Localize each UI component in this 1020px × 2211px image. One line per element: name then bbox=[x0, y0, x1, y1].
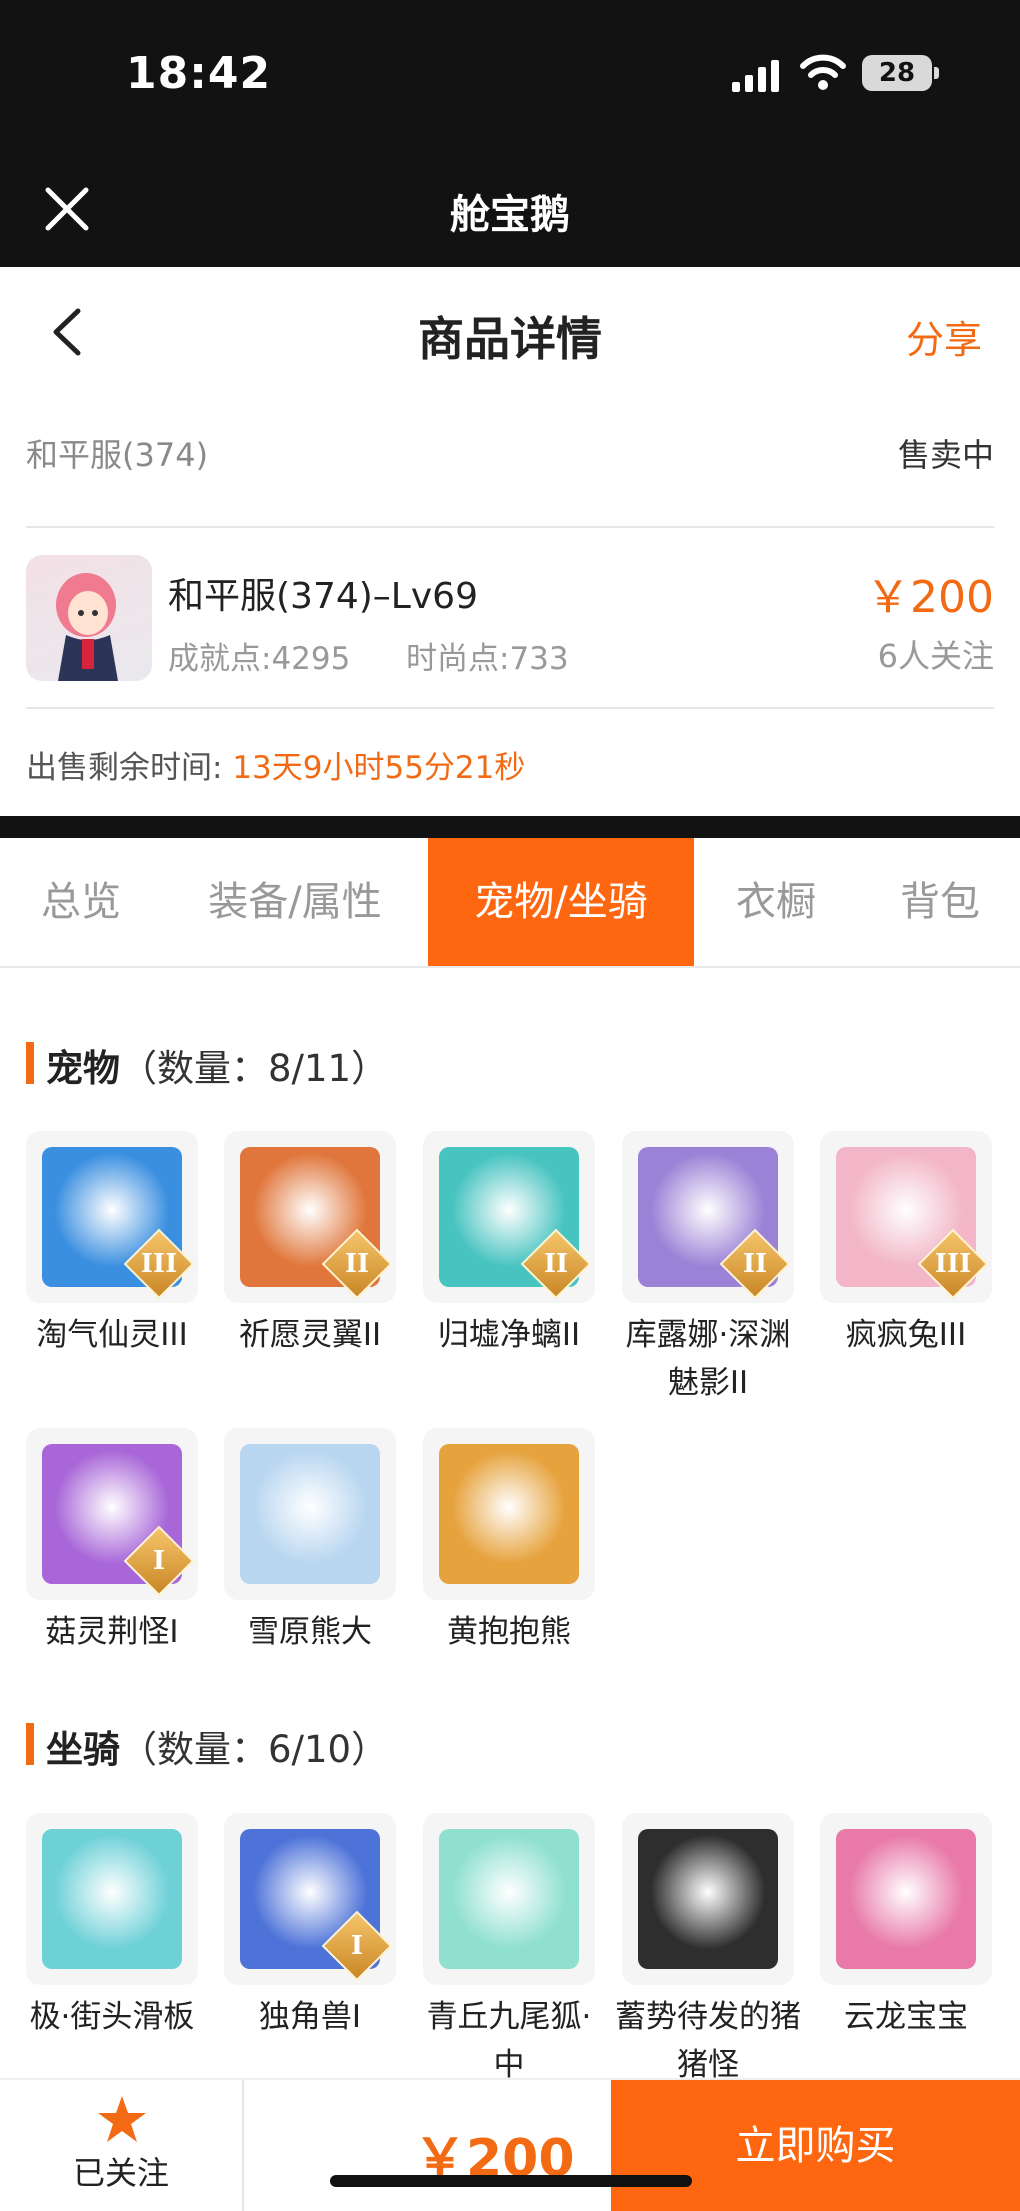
character-name: 和平服(374)–Lv69 bbox=[168, 576, 478, 617]
tab-backpack[interactable]: 背包 bbox=[870, 838, 1010, 966]
pets-count: （数量：8/11） bbox=[120, 1047, 389, 1090]
item-name: 淘气仙灵III bbox=[36, 1317, 188, 1353]
item-thumbnail bbox=[423, 1428, 595, 1600]
item-name: 库露娜·深渊魅影II bbox=[625, 1317, 791, 1401]
tier-label: II bbox=[344, 1249, 370, 1279]
achievement-points: 成就点:4295 bbox=[168, 641, 351, 677]
home-indicator bbox=[330, 2175, 692, 2187]
pets-title: 宠物 bbox=[46, 1047, 120, 1090]
bottom-action-bar: 已关注 ￥200 立即购买 bbox=[0, 2078, 1020, 2211]
star-icon bbox=[98, 2096, 146, 2142]
tier-label: III bbox=[934, 1249, 972, 1279]
item-artwork bbox=[439, 1444, 579, 1584]
follow-label: 已关注 bbox=[72, 2154, 169, 2192]
wifi-icon bbox=[800, 54, 846, 90]
item-artwork bbox=[836, 1829, 976, 1969]
tab-equipment[interactable]: 装备/属性 bbox=[182, 838, 408, 966]
item-name: 归墟净螭II bbox=[437, 1317, 581, 1353]
grid-item[interactable]: 蓄势待发的猪猪怪 bbox=[615, 1813, 801, 2089]
tier-label: I bbox=[152, 1546, 166, 1576]
item-name: 疯疯兔III bbox=[845, 1317, 967, 1353]
item-name: 独角兽I bbox=[258, 1999, 362, 2035]
follow-button[interactable]: 已关注 bbox=[0, 2080, 244, 2211]
app-bar: 舱宝鹅 bbox=[0, 150, 1020, 267]
pets-section-title: 宠物（数量：8/11） bbox=[26, 1038, 388, 1092]
item-artwork bbox=[240, 1444, 380, 1584]
tab-pets-mounts[interactable]: 宠物/坐骑 bbox=[428, 838, 694, 966]
remaining-time: 出售剩余时间: 13天9小时55分21秒 bbox=[26, 742, 525, 787]
battery-icon: 28 bbox=[862, 55, 939, 91]
item-thumbnail: II bbox=[423, 1131, 595, 1303]
grid-item[interactable]: 黄抱抱熊 bbox=[423, 1428, 595, 1656]
item-artwork bbox=[42, 1829, 182, 1969]
tier-label: II bbox=[543, 1249, 569, 1279]
item-name: 云龙宝宝 bbox=[844, 1999, 968, 2035]
cellular-signal-icon bbox=[732, 60, 779, 92]
grid-item[interactable]: II 库露娜·深渊魅影II bbox=[622, 1131, 794, 1407]
divider bbox=[26, 526, 994, 528]
item-name: 蓄势待发的猪猪怪 bbox=[615, 1999, 801, 2083]
share-button[interactable]: 分享 bbox=[906, 309, 982, 364]
item-thumbnail: I bbox=[224, 1813, 396, 1985]
tab-overview[interactable]: 总览 bbox=[0, 838, 162, 966]
item-name: 黄抱抱熊 bbox=[447, 1614, 571, 1650]
item-thumbnail bbox=[820, 1813, 992, 1985]
server-row: 和平服(374) 售卖中 bbox=[26, 430, 994, 490]
status-bar: 18:42 28 bbox=[0, 0, 1020, 150]
item-thumbnail: I bbox=[26, 1428, 198, 1600]
tier-label: III bbox=[140, 1249, 178, 1279]
status-time: 18:42 bbox=[126, 48, 272, 99]
grid-item[interactable]: II 祈愿灵翼II bbox=[224, 1131, 396, 1359]
divider bbox=[26, 707, 994, 709]
grid-item[interactable]: III 疯疯兔III bbox=[820, 1131, 992, 1359]
server-name: 和平服(374) bbox=[26, 436, 209, 474]
mounts-title: 坐骑 bbox=[46, 1728, 120, 1771]
item-thumbnail: III bbox=[820, 1131, 992, 1303]
grid-item[interactable]: 雪原熊大 bbox=[224, 1428, 396, 1656]
mounts-section-title: 坐骑（数量：6/10） bbox=[26, 1719, 388, 1773]
product-summary: 和平服(374)–Lv69 成就点:4295 时尚点:733 ￥200 6人关注 bbox=[26, 555, 994, 683]
sale-status: 售卖中 bbox=[897, 436, 994, 474]
grid-item[interactable]: I 菇灵荆怪I bbox=[26, 1428, 198, 1656]
page-header: 商品详情 分享 bbox=[0, 267, 1020, 397]
item-name: 极·街头滑板 bbox=[29, 1999, 195, 2035]
grid-item[interactable]: I 独角兽I bbox=[224, 1813, 396, 2041]
remaining-label: 出售剩余时间: bbox=[26, 750, 223, 786]
item-name: 菇灵荆怪I bbox=[45, 1614, 179, 1650]
item-artwork bbox=[638, 1829, 778, 1969]
grid-item[interactable]: 云龙宝宝 bbox=[820, 1813, 992, 2041]
grid-item[interactable]: II 归墟净螭II bbox=[423, 1131, 595, 1359]
item-thumbnail: III bbox=[26, 1131, 198, 1303]
item-thumbnail bbox=[622, 1813, 794, 1985]
mounts-count: （数量：6/10） bbox=[120, 1728, 389, 1771]
page-title: 商品详情 bbox=[418, 312, 602, 366]
grid-item[interactable]: III 淘气仙灵III bbox=[26, 1131, 198, 1359]
section-separator bbox=[0, 816, 1020, 838]
tier-label: II bbox=[742, 1249, 768, 1279]
tab-wardrobe[interactable]: 衣橱 bbox=[710, 838, 842, 966]
item-name: 青丘九尾狐·中 bbox=[426, 1999, 592, 2083]
item-name: 祈愿灵翼II bbox=[238, 1317, 382, 1353]
item-thumbnail bbox=[224, 1428, 396, 1600]
item-name: 雪原熊大 bbox=[248, 1614, 372, 1650]
listing-price: ￥200 bbox=[866, 572, 994, 623]
item-artwork bbox=[439, 1829, 579, 1969]
buy-now-button[interactable]: 立即购买 bbox=[611, 2080, 1020, 2211]
detail-tabs: 总览 装备/属性 宠物/坐骑 衣橱 背包 bbox=[0, 838, 1020, 968]
grid-item[interactable]: 极·街头滑板 bbox=[26, 1813, 198, 2041]
follower-count: 6人关注 bbox=[877, 637, 994, 675]
item-thumbnail: II bbox=[622, 1131, 794, 1303]
item-thumbnail bbox=[26, 1813, 198, 1985]
tier-label: I bbox=[350, 1931, 364, 1961]
remaining-value: 13天9小时55分21秒 bbox=[232, 750, 526, 786]
fashion-points: 时尚点:733 bbox=[406, 641, 569, 677]
character-avatar bbox=[26, 555, 152, 681]
item-thumbnail bbox=[423, 1813, 595, 1985]
app-title: 舱宝鹅 bbox=[450, 192, 570, 238]
item-thumbnail: II bbox=[224, 1131, 396, 1303]
grid-item[interactable]: 青丘九尾狐·中 bbox=[423, 1813, 595, 2089]
